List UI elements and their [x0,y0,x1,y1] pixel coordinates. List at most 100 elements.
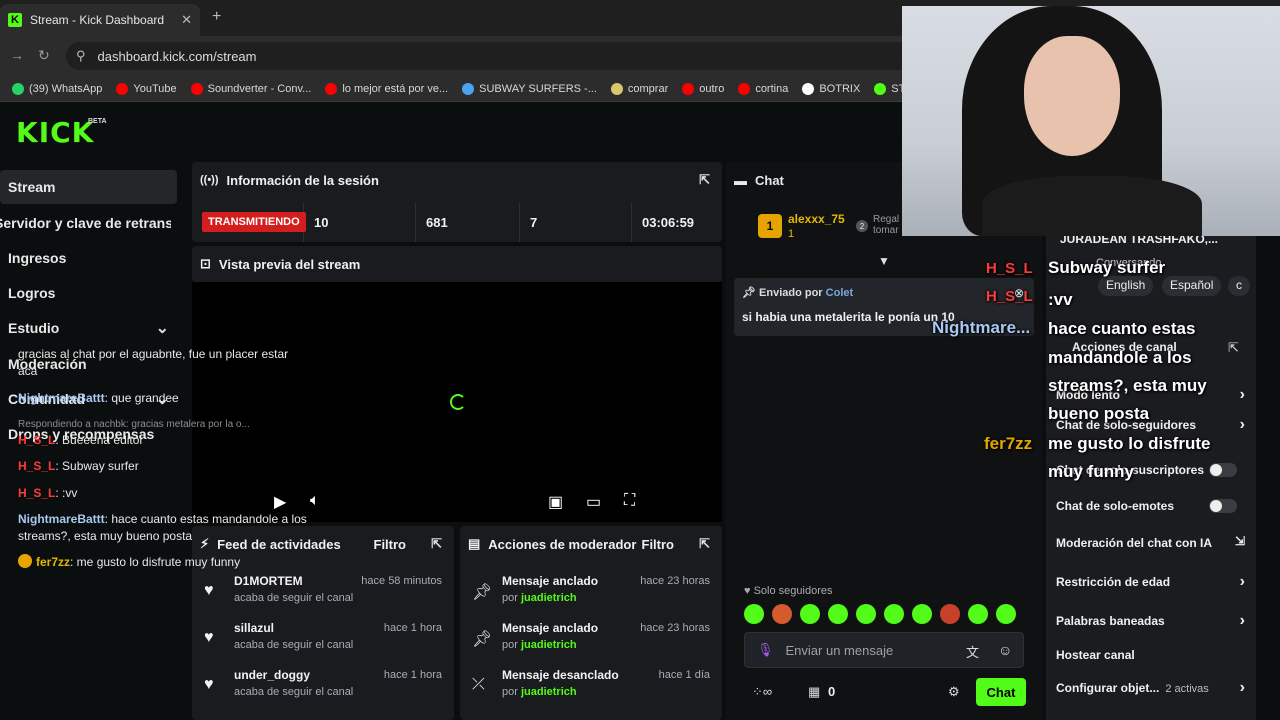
mic-icon[interactable]: 🎙︎ [757,642,774,658]
heart-small-icon: ♥ [744,585,751,597]
bookmark-item[interactable]: (39) WhatsApp [12,82,102,95]
modaction-user[interactable]: juadietrich [521,686,577,698]
toggle-switch[interactable] [1209,499,1237,513]
bookmark-item[interactable]: lo mejor está por ve... [325,82,449,95]
chat-username[interactable]: H_S_L [18,433,55,447]
close-tab-icon[interactable]: ✕ [181,12,192,28]
feed-user[interactable]: D1MORTEM [234,574,303,588]
bookmark-item[interactable]: cortina [738,82,788,95]
lang-chip-espanol[interactable]: Español [1162,276,1222,296]
leaderboard-user[interactable]: alexxx_75 [788,212,845,226]
emote-icon[interactable] [940,604,960,624]
session-header: ((•)) Información de la sesión ⇱ [192,162,722,198]
chat-username[interactable]: H_S_L [18,486,55,500]
emote-icon[interactable] [912,604,932,624]
bookmark-favicon-icon [325,82,338,95]
channel-action-label: Restricción de edad [1056,575,1171,589]
browser-tab[interactable]: K Stream - Kick Dashboard ✕ [0,4,200,36]
stat-subs: 7 [520,202,632,242]
emoji-icon[interactable]: ☺ [998,642,1012,658]
chat-username[interactable]: fer7zz [36,555,70,569]
forward-icon[interactable]: → [10,47,24,63]
modaction-user[interactable]: juadietrich [521,639,577,651]
modaction-by: por juadietrich [502,686,577,698]
sidebar-item[interactable]: Logros [0,276,177,310]
channel-action-item[interactable]: Chat de solo-emotes [1056,499,1251,513]
emote-icon[interactable] [772,604,792,624]
channel-action-item[interactable]: Restricción de edad › [1056,573,1251,590]
bookmark-item[interactable]: Soundverter - Conv... [190,82,311,95]
bookmark-item[interactable]: comprar [610,82,668,95]
channel-action-item[interactable]: Hostear canal [1056,648,1251,662]
bookmark-label: lo mejor está por ve... [342,82,449,95]
toggle-switch[interactable] [1209,463,1237,477]
chat-username[interactable]: NightmareBattt [18,391,105,405]
modaction-row: ⤫ Mensaje desanclado por juadietrich hace 1… [470,668,710,708]
channel-action-item[interactable]: Moderación del chat con IA ⇲ [1056,534,1251,550]
lang-chip-more[interactable]: c [1228,276,1250,296]
new-tab-button[interactable]: + [212,8,221,26]
sidebar-item[interactable]: Servidor y clave de retransmisión [0,206,171,240]
sidebar-item[interactable]: Ingresos [0,241,177,275]
sidebar-item-label: Ingresos [8,250,67,266]
kick-logo[interactable]: KICK [16,116,94,149]
translate-icon-btn[interactable]: 文 [966,642,979,661]
channel-action-item[interactable]: Palabras baneadas › [1056,612,1251,629]
bookmark-item[interactable]: BOTRIX [802,82,860,95]
gift-icon[interactable]: ▦ [808,684,820,700]
modactions-title: Acciones de moderador [488,536,637,552]
feed-sub: acaba de seguir el canal [234,592,354,604]
emote-icon[interactable] [856,604,876,624]
community-icon[interactable]: ⁘∞ [752,684,772,700]
chat-input[interactable]: 🎙︎ Enviar un mensaje [744,632,1024,668]
chevron-right-icon: › [1239,612,1245,629]
emote-icon[interactable] [828,604,848,624]
channel-action-item[interactable]: Configurar objet... 2 activas › [1056,679,1251,696]
leaderboard-rank-badge: 1 [758,214,782,238]
reply-notice: Respondiendo a nachbk: gracias metalera … [18,416,308,433]
reload-icon[interactable]: ↻ [38,47,50,64]
pin-icon: 📌︎ [472,584,493,601]
send-chat-button[interactable]: Chat [976,678,1026,706]
collapse-chevron-icon[interactable]: ▼ [878,254,890,268]
feed-popout-icon[interactable]: ⇱ [431,536,442,552]
bookmark-item[interactable]: YouTube [116,82,177,95]
chat-text: : :vv [55,486,78,500]
address-bar[interactable]: ⚲ dashboard.kick.com/stream [66,42,926,70]
lang-chip-english[interactable]: English [1098,276,1154,296]
feed-sub: acaba de seguir el canal [234,639,354,651]
feed-filter-button[interactable]: Filtro [374,537,407,552]
theater-icon[interactable]: ▭ [586,492,601,512]
preview-header-panel: ⊡ Vista previa del stream [192,246,722,282]
fullscreen-icon[interactable]: ⛶ [624,492,635,510]
modactions-filter-button[interactable]: Filtro [642,537,675,552]
emote-icon[interactable] [996,604,1016,624]
pinned-user[interactable]: Colet [826,287,854,299]
channel-actions-popout-icon[interactable]: ⇱ [1228,340,1239,356]
site-info-icon[interactable]: ⚲ [76,48,86,64]
emote-icon[interactable] [800,604,820,624]
feed-user[interactable]: under_doggy [234,668,310,682]
sidebar-item[interactable]: Estudio ⌄ [0,311,177,345]
emote-bar[interactable] [744,604,1034,626]
popout-icon[interactable]: ⇱ [699,172,710,188]
chat-settings-icon[interactable]: ⚙ [948,684,960,700]
chat-username[interactable]: H_S_L [18,459,55,473]
emote-icon[interactable] [744,604,764,624]
pinned-label: Enviado por [759,287,823,299]
feed-time: hace 1 hora [383,669,442,681]
heart-icon: ♥ [204,629,214,646]
pip-icon[interactable]: ▣ [548,492,563,512]
bookmark-item[interactable]: SUBWAY SURFERS -... [462,82,597,95]
bookmark-item[interactable]: outro [682,82,724,95]
modactions-popout-icon[interactable]: ⇱ [699,536,710,552]
feed-user[interactable]: sillazul [234,621,274,635]
emote-icon[interactable] [884,604,904,624]
volume-icon[interactable]: 🔈︎ [310,492,320,510]
chat-username[interactable]: NightmareBattt [18,512,105,526]
external-link-icon: ⇲ [1234,534,1245,548]
modaction-user[interactable]: juadietrich [521,592,577,604]
emote-icon[interactable] [968,604,988,624]
sidebar-item[interactable]: Stream [0,170,177,204]
chat-text: : me gusto lo disfrute muy funny [70,555,241,569]
